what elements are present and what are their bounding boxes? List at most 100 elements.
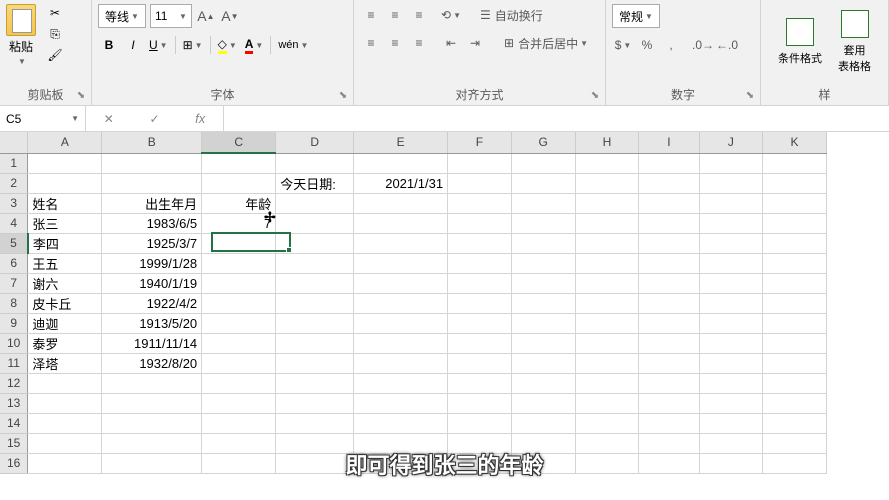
row-header-7[interactable]: 7: [0, 273, 28, 293]
font-color-button[interactable]: A▼: [242, 34, 267, 56]
cell-D14[interactable]: [276, 413, 354, 433]
cell-G2[interactable]: [511, 173, 575, 193]
cell-E13[interactable]: [354, 393, 448, 413]
cell-F6[interactable]: [448, 253, 512, 273]
cell-A2[interactable]: [28, 173, 102, 193]
cell-H11[interactable]: [575, 353, 639, 373]
cell-E6[interactable]: [354, 253, 448, 273]
column-header-J[interactable]: J: [699, 132, 763, 153]
cell-J7[interactable]: [699, 273, 763, 293]
cell-D10[interactable]: [276, 333, 354, 353]
cell-H4[interactable]: [575, 213, 639, 233]
cell-G3[interactable]: [511, 193, 575, 213]
cancel-button[interactable]: ✕: [86, 106, 132, 131]
bold-button[interactable]: B: [98, 34, 120, 56]
cell-G7[interactable]: [511, 273, 575, 293]
decrease-decimal-button[interactable]: ←.0: [716, 34, 738, 56]
cell-J4[interactable]: [699, 213, 763, 233]
cell-A5[interactable]: 李四: [28, 233, 102, 253]
formula-input[interactable]: [224, 106, 889, 131]
comma-button[interactable]: ,: [660, 34, 682, 56]
cell-D3[interactable]: [276, 193, 354, 213]
cell-C3[interactable]: 年龄: [202, 193, 276, 213]
cell-H14[interactable]: [575, 413, 639, 433]
cell-J6[interactable]: [699, 253, 763, 273]
cell-E9[interactable]: [354, 313, 448, 333]
row-header-3[interactable]: 3: [0, 193, 28, 213]
cell-B10[interactable]: 1911/11/14: [102, 333, 202, 353]
cell-C12[interactable]: [202, 373, 276, 393]
cell-J5[interactable]: [699, 233, 763, 253]
cell-A13[interactable]: [28, 393, 102, 413]
cell-H5[interactable]: [575, 233, 639, 253]
cell-I6[interactable]: [639, 253, 699, 273]
cell-J1[interactable]: [699, 153, 763, 173]
cell-E2[interactable]: 2021/1/31: [354, 173, 448, 193]
cell-G14[interactable]: [511, 413, 575, 433]
align-center-button[interactable]: ≡: [384, 32, 406, 54]
align-bottom-button[interactable]: ≡: [408, 4, 430, 26]
clipboard-dialog-launcher[interactable]: ⬊: [74, 88, 88, 102]
cell-J8[interactable]: [699, 293, 763, 313]
cell-H7[interactable]: [575, 273, 639, 293]
cell-A3[interactable]: 姓名: [28, 193, 102, 213]
underline-button[interactable]: U▼: [146, 34, 171, 56]
merge-center-button[interactable]: ⊞ 合并后居中 ▼: [498, 32, 594, 54]
cell-D12[interactable]: [276, 373, 354, 393]
cell-C6[interactable]: [202, 253, 276, 273]
row-header-2[interactable]: 2: [0, 173, 28, 193]
cell-G5[interactable]: [511, 233, 575, 253]
cell-J12[interactable]: [699, 373, 763, 393]
cell-I8[interactable]: [639, 293, 699, 313]
cell-J10[interactable]: [699, 333, 763, 353]
cell-E10[interactable]: [354, 333, 448, 353]
cell-J3[interactable]: [699, 193, 763, 213]
cell-A7[interactable]: 谢六: [28, 273, 102, 293]
row-header-8[interactable]: 8: [0, 293, 28, 313]
column-header-E[interactable]: E: [354, 132, 448, 153]
cell-I13[interactable]: [639, 393, 699, 413]
cell-J2[interactable]: [699, 173, 763, 193]
increase-decimal-button[interactable]: .0→: [692, 34, 714, 56]
cell-H9[interactable]: [575, 313, 639, 333]
cell-B14[interactable]: [102, 413, 202, 433]
cell-B11[interactable]: 1932/8/20: [102, 353, 202, 373]
cell-C11[interactable]: [202, 353, 276, 373]
font-dialog-launcher[interactable]: ⬊: [336, 88, 350, 102]
cell-K11[interactable]: [763, 353, 827, 373]
cell-K12[interactable]: [763, 373, 827, 393]
row-header-5[interactable]: 5: [0, 233, 28, 253]
cell-D13[interactable]: [276, 393, 354, 413]
cell-C8[interactable]: [202, 293, 276, 313]
cell-D1[interactable]: [276, 153, 354, 173]
phonetic-button[interactable]: wén▼: [275, 34, 311, 56]
cell-K6[interactable]: [763, 253, 827, 273]
cell-G12[interactable]: [511, 373, 575, 393]
cell-D4[interactable]: [276, 213, 354, 233]
cell-I5[interactable]: [639, 233, 699, 253]
cell-K7[interactable]: [763, 273, 827, 293]
row-header-13[interactable]: 13: [0, 393, 28, 413]
cell-B13[interactable]: [102, 393, 202, 413]
format-painter-button[interactable]: 🖌: [44, 46, 66, 64]
cell-F4[interactable]: [448, 213, 512, 233]
cut-button[interactable]: ✂: [44, 4, 66, 22]
cell-G6[interactable]: [511, 253, 575, 273]
increase-indent-button[interactable]: ⇥: [464, 32, 486, 54]
cell-B5[interactable]: 1925/3/7: [102, 233, 202, 253]
cell-E3[interactable]: [354, 193, 448, 213]
cell-G13[interactable]: [511, 393, 575, 413]
cell-B1[interactable]: [102, 153, 202, 173]
column-header-G[interactable]: G: [511, 132, 575, 153]
row-header-9[interactable]: 9: [0, 313, 28, 333]
cell-I1[interactable]: [639, 153, 699, 173]
cell-F9[interactable]: [448, 313, 512, 333]
cell-H2[interactable]: [575, 173, 639, 193]
percent-button[interactable]: %: [636, 34, 658, 56]
italic-button[interactable]: I: [122, 34, 144, 56]
alignment-dialog-launcher[interactable]: ⬊: [588, 88, 602, 102]
cell-H6[interactable]: [575, 253, 639, 273]
cell-D5[interactable]: [276, 233, 354, 253]
cell-D6[interactable]: [276, 253, 354, 273]
spreadsheet-grid[interactable]: ABCDEFGHIJK12今天日期:2021/1/313姓名出生年月年龄4张三1…: [0, 132, 889, 474]
